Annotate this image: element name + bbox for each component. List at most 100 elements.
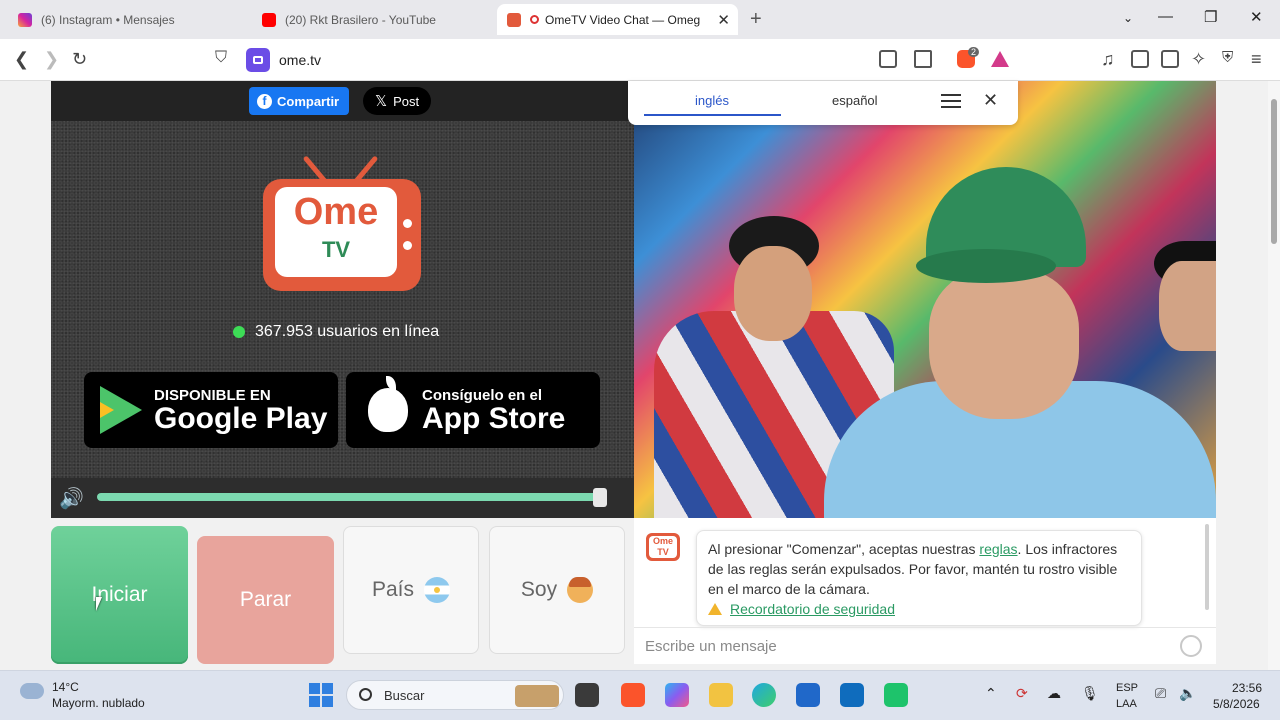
cloud-icon[interactable]: ☁ — [1047, 685, 1061, 702]
tab-youtube[interactable]: (20) Rkt Brasilero - YouTube — [252, 4, 492, 35]
weather-temperature[interactable]: 14°C — [52, 680, 79, 694]
rules-link[interactable]: reglas — [979, 541, 1017, 557]
sidebar-icon[interactable] — [1131, 50, 1149, 68]
clock-date[interactable]: 5/8/2026 — [1213, 697, 1260, 711]
sync-icon[interactable]: ⟳ — [1016, 685, 1028, 702]
country-button[interactable]: País — [343, 526, 479, 654]
leo-ai-icon[interactable]: ✧ — [1191, 49, 1206, 70]
back-button[interactable]: ❮ — [14, 49, 29, 70]
safety-reminder-link[interactable]: Recordatorio de seguridad — [730, 601, 895, 617]
volume-slider-track[interactable] — [97, 493, 601, 501]
whatsapp-icon[interactable] — [884, 683, 908, 707]
tab-ometv[interactable]: OmeTV Video Chat — Omeg ✕ — [497, 4, 738, 35]
tab-title: (6) Instagram • Mensajes — [41, 12, 175, 27]
edge-icon[interactable] — [752, 683, 776, 707]
youtube-icon — [262, 12, 276, 27]
weather-description[interactable]: Mayorm. nublado — [52, 696, 145, 710]
boy-face-icon — [567, 577, 594, 603]
emoji-icon[interactable] — [1180, 635, 1202, 657]
bookmark-icon[interactable]: ⛉ — [215, 49, 227, 67]
remote-video-panel — [634, 81, 1216, 518]
new-tab-button[interactable]: + — [750, 8, 762, 31]
network-icon[interactable]: ⎚ — [1155, 685, 1166, 702]
weather-icon[interactable] — [20, 678, 44, 699]
show-hidden-icons[interactable]: ⌃ — [985, 685, 997, 702]
forward-button[interactable]: ❯ — [44, 49, 59, 70]
microsoft-store-icon[interactable] — [796, 683, 820, 707]
start-menu-icon[interactable] — [309, 683, 333, 707]
google-play-small: DISPONIBLE EN — [154, 386, 271, 404]
media-icon[interactable]: ♫ — [1101, 49, 1115, 70]
brave-rewards-icon[interactable] — [991, 51, 1009, 67]
page-scrollbar[interactable] — [1268, 81, 1280, 670]
tab-title: OmeTV Video Chat — Omeg — [545, 12, 701, 27]
outlook-icon[interactable] — [840, 683, 864, 707]
facebook-share-button[interactable]: f Compartir — [249, 87, 350, 115]
tv-knob — [403, 219, 412, 228]
input-layout[interactable]: LAA — [1116, 698, 1137, 710]
close-window-button[interactable]: ✕ — [1250, 8, 1263, 26]
wallet-icon[interactable] — [1161, 50, 1179, 68]
x-post-button[interactable]: 𝕏 Post — [363, 87, 432, 115]
translation-panel: inglés español ✕ — [628, 81, 1018, 125]
task-view-icon[interactable] — [575, 683, 599, 707]
gender-button[interactable]: Soy — [489, 526, 625, 654]
minimize-button[interactable]: — — [1158, 8, 1173, 25]
app-store-big: App Store — [422, 401, 566, 435]
close-icon[interactable]: ✕ — [983, 90, 998, 111]
start-button[interactable]: Iniciar — [51, 526, 188, 664]
clock-time[interactable]: 23:56 — [1232, 681, 1262, 695]
input-language[interactable]: ESP — [1116, 682, 1138, 694]
stop-button-label: Parar — [239, 588, 292, 611]
online-users-counter: 367.953 usuarios en línea — [233, 323, 439, 341]
system-message: Al presionar "Comenzar", aceptas nuestra… — [696, 530, 1142, 626]
chat-panel: Ome TV Al presionar "Comenzar", aceptas n… — [634, 518, 1216, 664]
mouse-cursor — [96, 597, 102, 611]
gender-button-label: Soy — [520, 578, 558, 601]
close-tab-icon[interactable]: ✕ — [717, 11, 730, 29]
shields-count-badge: 2 — [968, 47, 980, 57]
lang-tab-spanish[interactable]: español — [832, 93, 878, 108]
microphone-icon[interactable]: 🎙 — [1081, 685, 1099, 702]
cast-icon[interactable] — [914, 50, 932, 68]
chat-input-bar — [634, 627, 1216, 664]
facebook-icon: f — [257, 93, 272, 109]
taskbar-search[interactable]: Buscar — [346, 680, 564, 710]
warning-icon — [708, 603, 722, 615]
address-bar[interactable]: ome.tv — [246, 45, 1018, 75]
tab-search-icon[interactable]: ⌄ — [1123, 11, 1133, 25]
microsoft-365-icon[interactable] — [665, 683, 689, 707]
browser-toolbar: ❮ ❯ ↻ ⛉ ome.tv 2 ♫ ✧ ⛨ ≡ — [0, 39, 1280, 81]
chat-scrollbar[interactable] — [1205, 524, 1209, 610]
volume-slider-handle[interactable] — [593, 488, 607, 507]
app-store-button[interactable]: Consíguelo en el App Store — [346, 372, 600, 448]
speaker-icon[interactable]: 🔊 — [59, 486, 84, 511]
ometv-chat-icon: Ome TV — [646, 533, 680, 561]
maximize-button[interactable]: ❐ — [1204, 8, 1217, 26]
file-explorer-icon[interactable] — [709, 683, 733, 707]
translate-icon[interactable] — [879, 50, 897, 68]
tab-title: (20) Rkt Brasilero - YouTube — [285, 12, 436, 27]
site-video-icon — [246, 48, 270, 72]
brave-browser-icon[interactable] — [621, 683, 645, 707]
menu-icon[interactable] — [941, 94, 961, 108]
online-status-icon — [233, 326, 245, 338]
google-play-icon — [100, 386, 142, 434]
country-button-label: País — [371, 578, 415, 601]
facebook-share-label: Compartir — [277, 93, 340, 109]
recording-icon — [530, 15, 539, 24]
vpn-icon[interactable]: ⛨ — [1222, 49, 1233, 66]
stop-button[interactable]: Parar — [197, 536, 334, 664]
scrollbar-thumb[interactable] — [1271, 99, 1277, 244]
volume-icon[interactable]: 🔈 — [1179, 685, 1196, 702]
share-bar: f Compartir 𝕏 Post — [51, 81, 634, 121]
google-play-button[interactable]: DISPONIBLE EN Google Play — [84, 372, 338, 448]
x-post-label: Post — [393, 93, 420, 109]
chat-message-input[interactable] — [634, 628, 1174, 664]
lang-tab-english[interactable]: inglés — [695, 93, 729, 108]
person-face — [929, 269, 1079, 419]
menu-icon[interactable]: ≡ — [1251, 49, 1262, 70]
reload-button[interactable]: ↻ — [72, 49, 87, 70]
tab-instagram[interactable]: (6) Instagram • Mensajes — [8, 4, 248, 35]
argentina-flag-icon — [424, 577, 451, 603]
